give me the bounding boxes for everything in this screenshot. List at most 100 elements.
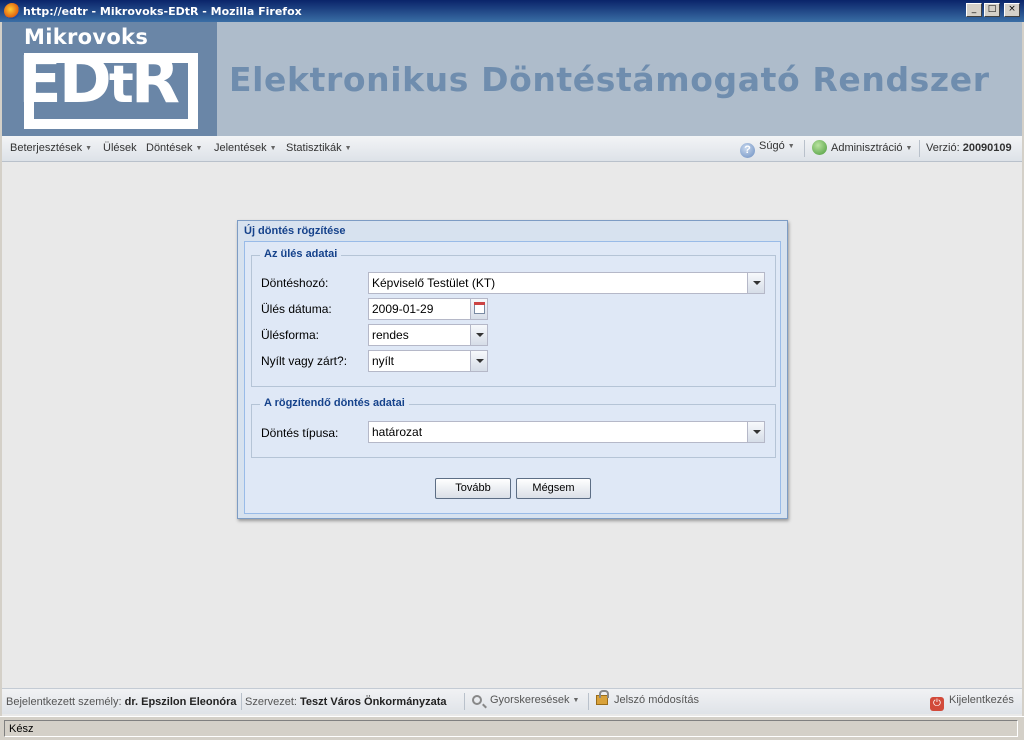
session-date-value: 2009-01-29 [372, 302, 434, 316]
cancel-button[interactable]: Mégsem [516, 478, 591, 499]
logo: Mikrovoks EDtR [2, 22, 217, 136]
version-label: Verzió: [926, 142, 960, 154]
organization: Szervezet: Teszt Város Önkormányzata [245, 696, 447, 708]
menu-separator [919, 140, 920, 157]
menu-label: Jelentések [214, 142, 267, 154]
decision-maker-select[interactable]: Képviselő Testület (KT) [368, 272, 765, 294]
menu-label: Beterjesztések [10, 142, 83, 154]
open-closed-trigger[interactable] [470, 351, 487, 371]
window-title-bar: http://edtr - Mikrovoks-EDtR - Mozilla F… [0, 0, 1024, 22]
menu-label: Döntések [146, 142, 193, 154]
session-legend: Az ülés adatai [260, 248, 342, 260]
session-form-label: Ülésforma: [261, 328, 320, 342]
session-form-trigger[interactable] [470, 325, 487, 345]
user-value: dr. Epszilon Eleonóra [124, 696, 237, 708]
toolbar-separator [588, 693, 589, 710]
menu-label: Adminisztráció [831, 142, 903, 154]
browser-status-bar: Kész [0, 716, 1024, 740]
session-form-value: rendes [372, 328, 409, 342]
maximize-button[interactable]: □ [984, 3, 1000, 17]
chevron-down-icon [753, 430, 761, 434]
lock-icon [596, 690, 609, 705]
decision-type-trigger[interactable] [747, 422, 764, 442]
chevron-down-icon [476, 359, 484, 363]
open-closed-value: nyílt [372, 354, 395, 368]
menu-admin[interactable]: Adminisztráció ▼ [812, 140, 912, 155]
logout-button[interactable]: ⏻ Kijelentkezés [930, 694, 1014, 711]
status-panel: Kész [4, 720, 1018, 737]
next-button[interactable]: Tovább [435, 478, 511, 499]
decision-fieldset: A rögzítendő döntés adatai Döntés típusa… [251, 397, 776, 458]
window-controls: _ □ × [966, 3, 1020, 17]
decision-maker-label: Döntéshozó: [261, 276, 329, 290]
decision-type-label: Döntés típusa: [261, 426, 339, 440]
logo-wordmark: EDtR [18, 48, 180, 118]
chevron-down-icon: ▼ [572, 697, 580, 704]
menu-separator [804, 140, 805, 157]
user-label: Bejelentkezett személy: [6, 696, 122, 708]
header: Mikrovoks EDtR Elektronikus Döntéstámoga… [2, 22, 1022, 136]
quick-search-label: Gyorskeresések [490, 694, 570, 706]
chevron-down-icon: ▼ [787, 143, 795, 150]
open-closed-label: Nyílt vagy zárt?: [261, 354, 348, 368]
menu-beterjesztesek[interactable]: Beterjesztések ▼ [10, 142, 92, 154]
decision-type-select[interactable]: határozat [368, 421, 765, 443]
firefox-icon [4, 3, 20, 19]
org-label: Szervezet: [245, 696, 297, 708]
decision-legend: A rögzítendő döntés adatai [260, 397, 409, 409]
app-title: Elektronikus Döntéstámogató Rendszer [229, 60, 990, 99]
decision-maker-trigger[interactable] [747, 273, 764, 293]
chevron-down-icon: ▼ [85, 145, 93, 152]
session-date-label: Ülés dátuma: [261, 302, 332, 316]
open-closed-select[interactable]: nyílt [368, 350, 488, 372]
decision-type-value: határozat [372, 425, 423, 439]
power-icon: ⏻ [930, 697, 944, 711]
help-icon: ? [740, 143, 755, 158]
chevron-down-icon: ▼ [269, 145, 277, 152]
chevron-down-icon: ▼ [905, 145, 913, 152]
logo-word-t: t [108, 55, 134, 115]
close-button[interactable]: × [1004, 3, 1020, 17]
chevron-down-icon: ▼ [195, 145, 203, 152]
toolbar-separator [241, 693, 242, 710]
decision-maker-value: Képviselő Testület (KT) [372, 276, 496, 290]
org-value: Teszt Város Önkormányzata [300, 696, 447, 708]
session-date-field[interactable]: 2009-01-29 [368, 298, 488, 320]
new-decision-dialog: Új döntés rögzítése Az ülés adatai Dönté… [237, 220, 788, 519]
logout-label: Kijelentkezés [949, 694, 1014, 706]
menu-jelentesek[interactable]: Jelentések ▼ [214, 142, 277, 154]
logo-word-r: R [130, 44, 180, 118]
dialog-title: Új döntés rögzítése [244, 225, 346, 237]
menubar: Beterjesztések ▼ Ülések Döntések ▼ Jelenté… [2, 136, 1022, 162]
toolbar-separator [464, 693, 465, 710]
menu-help[interactable]: ? Súgó ▼ [740, 140, 795, 158]
session-fieldset: Az ülés adatai Döntéshozó: Képviselő Tes… [251, 248, 776, 387]
menu-label: Ülések [103, 142, 137, 154]
search-icon [472, 695, 482, 705]
menu-ulesek[interactable]: Ülések [103, 142, 137, 154]
menu-label: Statisztikák [286, 142, 342, 154]
version-info: Verzió: 20090109 [926, 142, 1012, 154]
logo-word-ed: ED [18, 44, 112, 118]
quick-search-menu[interactable]: Gyorskeresések ▼ [472, 694, 579, 706]
status-text: Kész [9, 723, 34, 735]
chevron-down-icon [753, 281, 761, 285]
chevron-down-icon [476, 333, 484, 337]
menu-dontesek[interactable]: Döntések ▼ [146, 142, 202, 154]
calendar-icon [474, 302, 485, 314]
dialog-body: Az ülés adatai Döntéshozó: Képviselő Tes… [244, 241, 781, 514]
minimize-button[interactable]: _ [966, 3, 982, 17]
window-title: http://edtr - Mikrovoks-EDtR - Mozilla F… [23, 4, 302, 18]
bottom-toolbar: Bejelentkezett személy: dr. Epszilon Ele… [2, 688, 1022, 714]
version-value: 20090109 [962, 142, 1012, 154]
logged-in-user: Bejelentkezett személy: dr. Epszilon Ele… [6, 696, 236, 708]
date-picker-trigger[interactable] [470, 299, 487, 319]
gear-icon [812, 140, 827, 155]
session-form-select[interactable]: rendes [368, 324, 488, 346]
page: Mikrovoks EDtR Elektronikus Döntéstámoga… [2, 22, 1022, 716]
change-password-label: Jelszó módosítás [614, 694, 699, 706]
menu-label: Súgó [759, 140, 785, 152]
chevron-down-icon: ▼ [344, 145, 352, 152]
change-password-button[interactable]: Jelszó módosítás [596, 690, 699, 706]
menu-statisztikak[interactable]: Statisztikák ▼ [286, 142, 352, 154]
